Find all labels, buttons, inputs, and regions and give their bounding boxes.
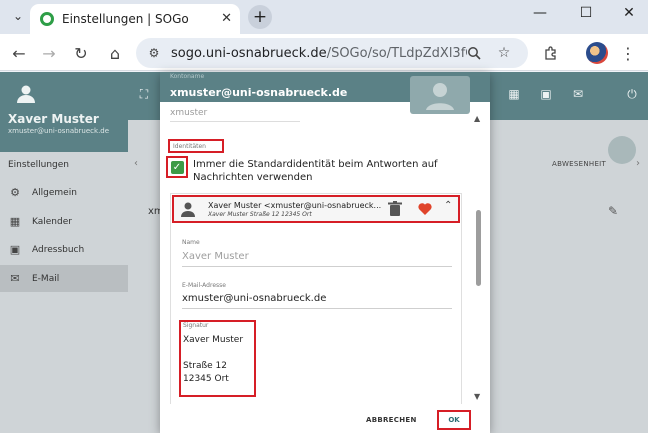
default-identity-checkbox[interactable]: ✓ <box>166 156 188 178</box>
heart-icon[interactable] <box>418 202 432 216</box>
name-input[interactable]: Xaver Muster <box>182 251 249 262</box>
faded-email-text: xmuster <box>170 108 208 118</box>
back-arrow-icon[interactable]: ← <box>8 42 30 64</box>
minimize-button[interactable]: — <box>528 5 552 21</box>
account-name-value: xmuster@uni-osnabrueck.de <box>170 86 348 99</box>
ok-button[interactable]: OK <box>437 410 471 430</box>
signature-label: Signatur <box>183 322 209 329</box>
user-name: Xaver Muster <box>8 112 99 126</box>
user-panel: Xaver Muster xmuster@uni-osnabrueck.de <box>0 72 128 152</box>
sidebar-item-adressbuch[interactable]: ▣ Adressbuch <box>0 236 128 263</box>
identity-name-email: Xaver Muster <xmuster@uni-osnabrueck... <box>208 201 382 210</box>
browser-menu-icon[interactable]: ⋮ <box>617 42 639 64</box>
address-bar[interactable]: ⚙ sogo.uni-osnabrueck.de/SOGo/so/TLdpZdX… <box>136 38 528 68</box>
url-text[interactable]: sogo.uni-osnabrueck.de/SOGo/so/TLdpZdXl3… <box>171 46 467 61</box>
calendar-icon: ▦ <box>9 215 21 228</box>
edit-pencil-icon[interactable]: ✎ <box>608 204 618 218</box>
scrollbar-thumb[interactable] <box>476 210 481 286</box>
name-field-underline <box>182 266 452 267</box>
name-field-label: Name <box>182 239 200 246</box>
forward-arrow-icon[interactable]: → <box>38 42 60 64</box>
browser-toolbar: ← → ↻ ⌂ ⚙ sogo.uni-osnabrueck.de/SOGo/so… <box>0 34 648 71</box>
sidebar-item-kalender[interactable]: ▦ Kalender <box>0 208 128 235</box>
fullscreen-icon[interactable]: ⛶ <box>136 86 152 102</box>
user-avatar-icon <box>17 85 35 103</box>
profile-avatar-icon[interactable] <box>586 42 608 64</box>
tab-close-icon[interactable]: ✕ <box>221 11 232 26</box>
tabs-left-chevron-icon[interactable]: ‹ <box>134 158 138 169</box>
sidebar-item-email[interactable]: ✉ E-Mail <box>0 265 128 292</box>
email-field-label: E-Mail-Adresse <box>182 282 226 289</box>
contacts-app-icon[interactable]: ▣ <box>538 86 554 102</box>
identities-heading: Identitäten <box>168 139 224 153</box>
signature-field[interactable]: Signatur Xaver Muster Straße 12 12345 Or… <box>179 320 256 397</box>
user-email: xmuster@uni-osnabrueck.de <box>8 127 110 135</box>
nav-title: Einstellungen <box>8 160 70 170</box>
sogo-favicon-icon <box>40 12 54 26</box>
dialog-actions: ABBRECHEN OK <box>160 404 490 433</box>
scroll-down-arrow-icon[interactable]: ▼ <box>474 392 480 401</box>
save-fab-button[interactable] <box>608 136 636 164</box>
browser-tabbar: ⌄ Einstellungen | SOGo ✕ + — ☐ ✕ <box>0 0 648 34</box>
default-identity-label: Immer die Standardidentität beim Antwort… <box>193 159 438 183</box>
sidebar-item-allgemein[interactable]: ⚙ Allgemein <box>0 179 128 206</box>
mail-app-icon[interactable]: ✉ <box>570 86 586 102</box>
account-dialog: Kontoname xmuster@uni-osnabrueck.de xmus… <box>160 72 490 433</box>
cancel-button[interactable]: ABBRECHEN <box>366 416 417 424</box>
new-tab-button[interactable]: + <box>248 5 272 29</box>
email-field-underline <box>182 308 452 309</box>
tab-search-icon[interactable]: ⌄ <box>8 6 28 26</box>
contacts-icon: ▣ <box>9 243 21 256</box>
email-input[interactable]: xmuster@uni-osnabrueck.de <box>182 293 326 304</box>
calendar-app-icon[interactable]: ▦ <box>506 86 522 102</box>
tabs-right-chevron-icon[interactable]: › <box>636 158 640 169</box>
checkmark-icon: ✓ <box>170 160 184 174</box>
zoom-icon[interactable] <box>464 43 484 63</box>
browser-tab[interactable]: Einstellungen | SOGo ✕ <box>30 4 240 34</box>
home-icon[interactable]: ⌂ <box>104 42 126 64</box>
site-info-icon[interactable]: ⚙ <box>145 44 163 62</box>
maximize-button[interactable]: ☐ <box>574 5 598 21</box>
identity-signature-preview: Xaver Muster Straße 12 12345 Ort <box>208 211 312 218</box>
trash-icon[interactable] <box>388 201 402 217</box>
person-icon <box>181 202 195 217</box>
scroll-up-arrow-icon[interactable]: ▲ <box>474 114 480 123</box>
contact-card-icon <box>410 76 470 114</box>
extensions-icon[interactable] <box>540 42 562 64</box>
mail-icon: ✉ <box>10 272 20 285</box>
tab-title: Einstellungen | SOGo <box>62 12 189 26</box>
power-icon[interactable]: ⏻ <box>624 86 640 102</box>
identity-panel <box>170 193 462 433</box>
bookmark-star-icon[interactable]: ☆ <box>494 43 514 63</box>
tab-abwesenheit[interactable]: ABWESENHEIT <box>552 160 606 168</box>
gear-icon: ⚙ <box>10 186 20 199</box>
collapse-chevron-icon[interactable]: ⌃ <box>444 200 452 211</box>
faded-divider <box>170 121 300 122</box>
signature-text[interactable]: Xaver Muster Straße 12 12345 Ort <box>183 334 243 386</box>
close-window-button[interactable]: ✕ <box>617 5 641 21</box>
identity-row[interactable]: Xaver Muster <xmuster@uni-osnabrueck... … <box>172 195 460 223</box>
account-name-label: Kontoname <box>170 73 205 80</box>
reload-icon[interactable]: ↻ <box>70 42 92 64</box>
